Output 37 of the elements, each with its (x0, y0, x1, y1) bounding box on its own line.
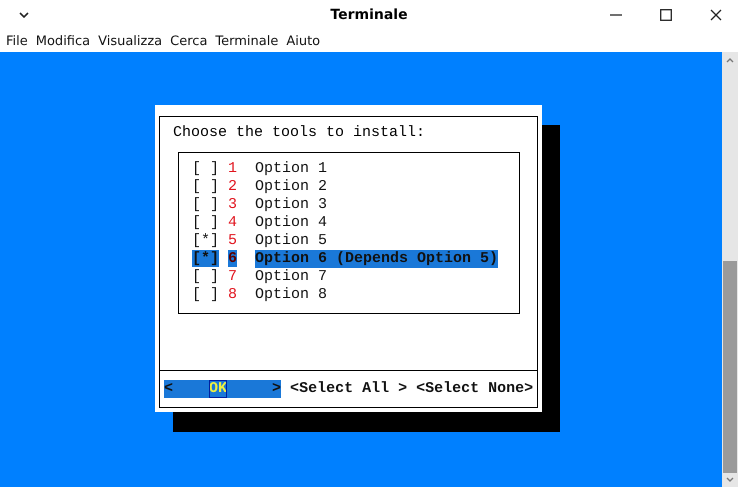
menu-item[interactable]: Visualizza (94, 34, 166, 48)
window-title: Terminale (329, 7, 409, 23)
checkbox[interactable]: [ ] (192, 160, 220, 177)
item-tag: 6 (228, 250, 238, 267)
dialog-button[interactable]: < OK > (164, 380, 282, 398)
dialog-button[interactable]: <Select All > (290, 380, 408, 398)
scrollbar-thumb[interactable] (723, 261, 737, 473)
dialog-button[interactable]: <Select None> (416, 380, 534, 398)
menu-item[interactable]: Aiuto (282, 34, 324, 48)
item-label[interactable]: Option 2 (255, 178, 328, 196)
item-tag: 3 (228, 196, 238, 213)
dialog-prompt: Choose the tools to install: (172, 123, 426, 142)
item-tag: 1 (228, 160, 238, 177)
checkbox[interactable]: [ ] (192, 214, 220, 231)
checkbox[interactable]: [ ] (192, 178, 220, 195)
menu-item[interactable]: Terminale (211, 34, 282, 48)
item-tag: 4 (228, 214, 238, 231)
item-label[interactable]: Option 5 (255, 232, 328, 250)
item-tag: 5 (228, 232, 238, 249)
item-tag: 7 (228, 268, 238, 285)
checkbox[interactable]: [*] (192, 250, 220, 267)
item-label[interactable]: Option 8 (255, 286, 328, 304)
checkbox[interactable]: [ ] (192, 286, 220, 303)
item-label[interactable]: Option 6 (Depends Option 5) (255, 250, 498, 268)
item-tag: 8 (228, 286, 238, 303)
menu-item[interactable]: Cerca (166, 34, 212, 48)
item-label[interactable]: Option 4 (255, 214, 328, 232)
item-label[interactable]: Option 3 (255, 196, 328, 214)
checkbox[interactable]: [ ] (192, 268, 220, 285)
scrollbar[interactable] (722, 52, 738, 487)
item-label[interactable]: Option 7 (255, 268, 328, 286)
checkbox[interactable]: [*] (192, 232, 220, 249)
item-tag: 2 (228, 178, 238, 195)
checkbox[interactable]: [ ] (192, 196, 220, 213)
item-label[interactable]: Option 1 (255, 160, 328, 178)
menu-item[interactable]: Modifica (32, 34, 94, 48)
menu-item[interactable]: File (2, 34, 32, 48)
